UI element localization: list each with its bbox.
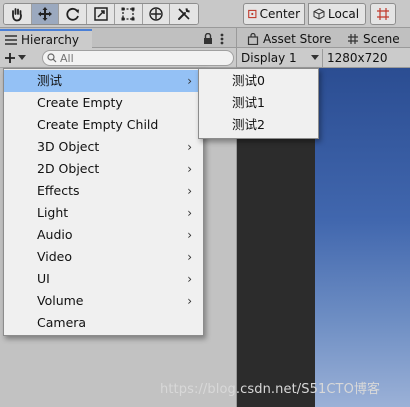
scale-icon <box>93 7 108 21</box>
custom-tool-button[interactable] <box>170 4 198 24</box>
tab-scene[interactable]: Scene <box>341 29 400 48</box>
submenu-arrow-icon: › <box>187 162 192 176</box>
submenu-arrow-icon: › <box>187 228 192 242</box>
resolution-value: 1280x720 <box>327 51 388 65</box>
menu-item[interactable]: 3D Object › <box>4 136 203 158</box>
rect-transform-icon <box>121 7 135 21</box>
main-toolbar: Center Local <box>0 0 410 28</box>
menu-item-label: Create Empty <box>37 95 123 110</box>
list-icon <box>5 34 17 45</box>
hierarchy-tab-label: Hierarchy <box>21 32 80 47</box>
rotate-icon <box>66 7 79 21</box>
hand-tool-button[interactable] <box>4 4 32 24</box>
hierarchy-search-field[interactable] <box>42 50 234 66</box>
submenu-arrow-icon: › <box>187 74 192 88</box>
menu-item[interactable]: Create Empty <box>4 92 203 114</box>
submenu-item[interactable]: 测试0 <box>199 70 318 92</box>
menu-item-label: 测试 <box>37 73 63 88</box>
dropdown-arrow-icon <box>18 55 26 60</box>
local-cube-icon <box>313 8 325 20</box>
submenu-arrow-icon: › <box>187 272 192 286</box>
grid-snap-icon <box>377 8 389 20</box>
rect-tool-button[interactable] <box>114 4 143 24</box>
center-pivot-icon <box>248 9 257 19</box>
submenu-item[interactable]: 测试1 <box>199 92 318 114</box>
rotate-tool-button[interactable] <box>59 4 88 24</box>
scale-tool-button[interactable] <box>87 4 115 24</box>
menu-item-label: 3D Object <box>37 139 100 154</box>
scene-grid-icon <box>348 33 358 44</box>
submenu-arrow-icon: › <box>187 250 192 264</box>
menu-item-label: Volume <box>37 293 84 308</box>
menu-item[interactable]: UI › <box>4 268 203 290</box>
toolbar-divider <box>322 49 323 67</box>
menu-item[interactable]: Video › <box>4 246 203 268</box>
skybox-background <box>315 68 410 407</box>
wrench-icon <box>178 8 190 20</box>
pivot-local-toggle[interactable]: Local <box>308 3 366 25</box>
lock-icon[interactable] <box>203 33 213 44</box>
display-dropdown[interactable]: Display 1 <box>241 50 321 66</box>
create-dropdown-button[interactable] <box>4 50 34 66</box>
game-view-toolbar: Display 1 1280x720 <box>236 48 410 68</box>
menu-item[interactable]: Camera <box>4 312 203 334</box>
menu-item-label: 2D Object <box>37 161 100 176</box>
tab-asset-store[interactable]: Asset Store <box>241 29 331 48</box>
plus-icon <box>5 53 15 63</box>
grid-snap-button[interactable] <box>370 3 396 25</box>
menu-item-label: Video <box>37 249 73 264</box>
submenu-arrow-icon: › <box>187 184 192 198</box>
center-label: Center <box>259 7 300 21</box>
scene-tab-label: Scene <box>363 31 400 46</box>
transform-tools <box>3 3 199 25</box>
submenu-arrow-icon: › <box>187 140 192 154</box>
transform-tool-button[interactable] <box>142 4 171 24</box>
menu-item-label: Create Empty Child <box>37 117 159 132</box>
create-context-menu: 测试 › Create Empty Create Empty Child 3D Obje… <box>3 68 204 336</box>
menu-item[interactable]: Light › <box>4 202 203 224</box>
menu-item-label: Camera <box>37 315 87 330</box>
shopping-bag-icon <box>247 32 259 45</box>
tab-hierarchy[interactable]: Hierarchy <box>0 29 92 48</box>
menu-item[interactable]: 2D Object › <box>4 158 203 180</box>
transform-gizmo-icon <box>149 7 163 21</box>
resolution-dropdown[interactable]: 1280x720 <box>327 50 388 66</box>
hierarchy-tab-bar: Hierarchy <box>0 28 236 48</box>
menu-item[interactable]: Create Empty Child <box>4 114 203 136</box>
menu-item[interactable]: Effects › <box>4 180 203 202</box>
more-options-icon[interactable] <box>220 33 224 45</box>
menu-item[interactable]: Audio › <box>4 224 203 246</box>
hand-icon <box>12 8 23 22</box>
local-label: Local <box>328 7 360 21</box>
menu-item[interactable]: Volume › <box>4 290 203 312</box>
menu-item[interactable]: 测试 › <box>4 70 203 92</box>
menu-item-label: UI <box>37 271 50 286</box>
search-icon <box>47 53 57 63</box>
pivot-center-toggle[interactable]: Center <box>243 3 305 25</box>
watermark: https://blog.csdn.net/S51CTO博客 <box>160 382 381 397</box>
menu-item-label: Light <box>37 205 69 220</box>
display-value: Display 1 <box>241 51 297 65</box>
test-submenu: 测试0 测试1 测试2 <box>198 68 319 139</box>
dropdown-arrow-icon <box>311 55 319 60</box>
hierarchy-toolbar <box>0 48 236 68</box>
scene-tab-bar: Asset Store Scene <box>236 28 410 48</box>
search-input[interactable] <box>60 51 220 65</box>
move-arrows-icon <box>38 7 53 21</box>
menu-item-label: Effects <box>37 183 80 198</box>
submenu-arrow-icon: › <box>187 294 192 308</box>
menu-item-label: Audio <box>37 227 73 242</box>
asset-store-tab-label: Asset Store <box>263 31 332 46</box>
move-tool-button[interactable] <box>31 4 60 24</box>
submenu-item[interactable]: 测试2 <box>199 114 318 136</box>
submenu-arrow-icon: › <box>187 206 192 220</box>
